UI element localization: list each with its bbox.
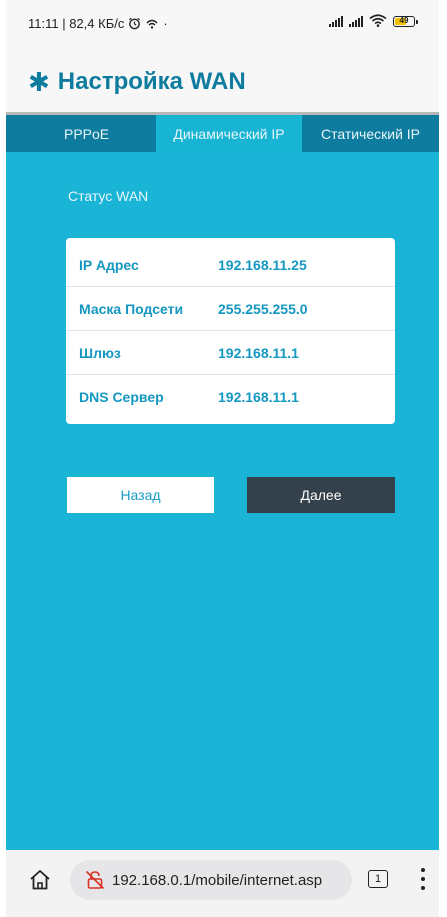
status-right: 49 [329, 14, 418, 27]
page-title-text: Настройка WAN [57, 68, 246, 95]
more-menu-icon[interactable] [420, 868, 426, 890]
app-frame: 11:11 | 82,4 КБ/с · 49 ✱ Настройка WAN P… [6, 0, 439, 917]
info-row-dns: DNS Сервер 192.168.11.1 [66, 375, 395, 419]
row-value: 192.168.11.1 [218, 389, 299, 405]
battery-level: 49 [399, 16, 409, 25]
signal-icon [329, 16, 343, 27]
page-title: ✱ Настройка WAN [28, 68, 246, 96]
back-button[interactable]: Назад [67, 477, 214, 513]
home-icon[interactable] [28, 868, 52, 892]
wifi-icon [369, 14, 387, 27]
tabs-icon[interactable]: 1 [368, 870, 388, 888]
row-value: 192.168.11.1 [218, 344, 299, 361]
battery-icon: 49 [393, 16, 418, 27]
tab-static-ip[interactable]: Статический IP [302, 115, 439, 152]
status-text: 11:11 | 82,4 КБ/с [28, 16, 125, 31]
status-dot: · [163, 16, 168, 31]
wan-status-card: IP Адрес 192.168.11.25 Маска Подсети 255… [66, 238, 395, 424]
row-key: DNS Сервер [79, 389, 164, 405]
row-key: Шлюз [79, 344, 121, 361]
info-row-gateway: Шлюз 192.168.11.1 [66, 331, 395, 375]
section-label: Статус WAN [68, 188, 149, 204]
signal-icon [349, 16, 363, 27]
tab-pppoe[interactable]: PPPoE [6, 115, 156, 152]
wan-type-tabs: PPPoE Динамический IP Статический IP [6, 112, 439, 152]
status-bar: 11:11 | 82,4 КБ/с · 49 [6, 0, 439, 44]
insecure-lock-icon[interactable] [84, 869, 106, 891]
row-value: 255.255.255.0 [218, 300, 308, 317]
row-key: IP Адрес [79, 256, 139, 273]
asterisk-icon: ✱ [28, 67, 50, 97]
main-panel: Статус WAN IP Адрес 192.168.11.25 Маска … [6, 152, 439, 850]
row-value: 192.168.11.25 [218, 256, 307, 273]
info-row-ip: IP Адрес 192.168.11.25 [66, 243, 395, 287]
url-text: 192.168.0.1/mobile/internet.asp [112, 871, 323, 889]
browser-toolbar: 192.168.0.1/mobile/internet.asp 1 [6, 850, 439, 917]
row-key: Маска Подсети [79, 300, 184, 317]
alarm-icon [129, 17, 141, 30]
next-button[interactable]: Далее [247, 477, 395, 513]
tab-dynamic-ip[interactable]: Динамический IP [156, 115, 302, 152]
hotspot-icon [146, 19, 158, 29]
page-header: ✱ Настройка WAN [6, 44, 439, 114]
address-bar[interactable]: 192.168.0.1/mobile/internet.asp [70, 860, 352, 900]
info-row-mask: Маска Подсети 255.255.255.0 [66, 287, 395, 331]
status-left: 11:11 | 82,4 КБ/с · [28, 16, 168, 31]
